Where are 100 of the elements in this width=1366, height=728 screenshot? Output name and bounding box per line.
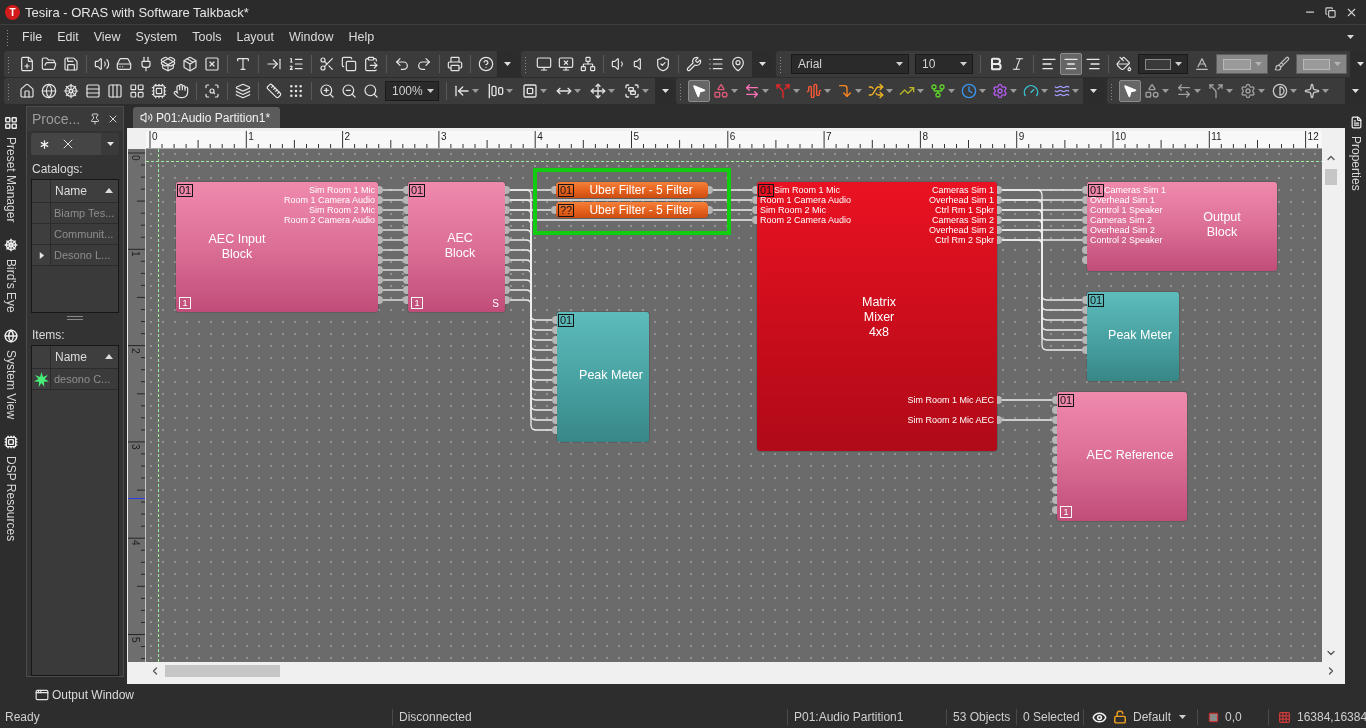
caret-icon[interactable] <box>759 62 766 66</box>
network-icon[interactable] <box>580 56 596 72</box>
toolbar-overflow-button[interactable] <box>497 51 518 77</box>
caret-icon[interactable] <box>1175 62 1182 66</box>
menu-item[interactable]: System <box>128 28 185 46</box>
dsp-block[interactable]: 01 AEC Block 1 S <box>408 182 505 312</box>
zoom-in-icon[interactable] <box>319 83 335 99</box>
plug-icon[interactable] <box>138 56 154 72</box>
side-tab[interactable]: Bird's Eye <box>4 238 18 314</box>
fork-icon[interactable] <box>930 83 946 99</box>
filter-block[interactable]: 01 Uber Filter - 5 Filter <box>556 182 708 198</box>
menu-item[interactable]: File <box>15 28 50 46</box>
eye-icon[interactable] <box>1092 709 1107 725</box>
close-icon[interactable] <box>107 113 119 125</box>
caret-icon[interactable] <box>1357 62 1364 66</box>
copy-icon[interactable] <box>341 56 357 72</box>
font-combo[interactable]: Arial <box>791 54 909 74</box>
chip-icon[interactable] <box>151 83 167 99</box>
arrow-to-line-icon[interactable] <box>454 83 470 99</box>
port-icon[interactable] <box>708 186 713 194</box>
shuffle-icon[interactable] <box>868 83 884 99</box>
settings-icon[interactable] <box>1240 83 1256 99</box>
map-pin-icon[interactable] <box>730 56 746 72</box>
speaker-icon[interactable] <box>94 56 110 72</box>
wrench-icon[interactable] <box>686 56 702 72</box>
shapes-icon[interactable] <box>713 83 729 99</box>
toolbar-overflow-button[interactable] <box>1083 78 1104 104</box>
split-icon[interactable] <box>1208 83 1224 99</box>
hand-icon[interactable] <box>173 83 189 99</box>
column-header[interactable]: Name <box>51 346 118 368</box>
caret-icon[interactable] <box>1352 89 1359 93</box>
document-tab[interactable]: P01:Audio Partition1* <box>133 107 281 128</box>
grid-icon[interactable] <box>129 83 145 99</box>
pin-icon[interactable] <box>89 113 101 125</box>
caret-icon[interactable] <box>504 62 511 66</box>
scroll-thumb[interactable] <box>1325 169 1337 185</box>
globe-icon[interactable] <box>41 83 57 99</box>
dsp-block[interactable]: 01 Sim Room 1 Mic Room 1 Camera Audio Sim Room 2 Mic Room 2 Camera Audio AEC Input Block 1 <box>176 182 378 312</box>
corner-arrow-icon[interactable] <box>837 83 853 99</box>
menu-item[interactable]: Help <box>341 28 382 46</box>
open-folder-icon[interactable] <box>41 56 57 72</box>
align-bars-icon[interactable] <box>488 83 504 99</box>
toolbar-overflow-button[interactable] <box>655 78 673 104</box>
side-tab[interactable]: System View <box>4 329 18 420</box>
side-tab[interactable]: Properties <box>1349 116 1363 191</box>
scan-search-icon[interactable] <box>204 83 220 99</box>
scroll-thumb[interactable] <box>165 665 280 677</box>
wave-icon[interactable] <box>1054 83 1070 99</box>
columns-icon[interactable] <box>107 83 123 99</box>
port-icon[interactable] <box>551 206 556 214</box>
waveform-icon[interactable] <box>806 83 822 99</box>
menu-item[interactable]: View <box>86 28 128 46</box>
toolbar-overflow-button[interactable] <box>752 51 773 77</box>
numbered-list-icon[interactable] <box>288 56 304 72</box>
gauge-icon[interactable] <box>1023 83 1039 99</box>
monitor-x-icon[interactable] <box>558 56 574 72</box>
column-header[interactable]: Name <box>51 180 118 202</box>
output-window-tab[interactable]: Output Window <box>35 688 135 702</box>
dot-grid-icon[interactable] <box>288 83 304 99</box>
house-icon[interactable] <box>19 83 35 99</box>
nested-square-icon[interactable] <box>522 83 538 99</box>
paint-bucket-icon[interactable] <box>1116 56 1132 72</box>
save-icon[interactable] <box>63 56 79 72</box>
list-icon[interactable] <box>708 56 724 72</box>
move-icon[interactable] <box>590 83 606 99</box>
caret-icon[interactable] <box>1090 89 1097 93</box>
dsp-block[interactable]: 01 Cameras Sim 1 Overhead Sim 1 Control 1 Speaker Cameras Sim 2 Overhead Sim 2 Control 2 Speaker Output Block <box>1087 182 1277 271</box>
sparkle-icon[interactable] <box>1304 83 1320 99</box>
print-icon[interactable] <box>447 56 463 72</box>
dsp-block[interactable]: 01 AEC Reference 1 <box>1057 392 1187 521</box>
drive-icon[interactable] <box>116 56 132 72</box>
zoom-combo[interactable]: 100% <box>385 81 439 101</box>
redo-icon[interactable] <box>416 56 432 72</box>
preset-dropdown[interactable]: Default <box>1133 710 1187 724</box>
brush-icon[interactable] <box>1274 56 1290 72</box>
shield-check-icon[interactable] <box>655 56 671 72</box>
restore-icon[interactable] <box>1325 6 1336 18</box>
caret-icon[interactable] <box>1179 715 1187 719</box>
fill-color-combo[interactable] <box>1138 54 1188 74</box>
caret-icon[interactable] <box>960 62 967 66</box>
filter-block[interactable]: ?? Uber Filter - 5 Filter <box>556 202 708 218</box>
rows-icon[interactable] <box>85 83 101 99</box>
search-icon[interactable] <box>363 83 379 99</box>
text-color-icon[interactable] <box>1194 56 1210 72</box>
package-open-icon[interactable] <box>160 56 176 72</box>
caret-icon[interactable] <box>426 89 434 93</box>
monitor-icon[interactable] <box>536 56 552 72</box>
side-tab[interactable]: DSP Resources <box>4 435 18 542</box>
grip-icon[interactable] <box>6 28 9 46</box>
shapes-icon[interactable] <box>1144 83 1160 99</box>
clock-icon[interactable] <box>961 83 977 99</box>
dsp-block[interactable] <box>757 182 997 451</box>
layers-icon[interactable] <box>235 83 251 99</box>
menu-item[interactable]: Edit <box>50 28 86 46</box>
side-tab[interactable]: Preset Manager <box>4 116 18 223</box>
new-file-icon[interactable] <box>19 56 35 72</box>
two-way-arrows-icon[interactable] <box>744 83 760 99</box>
grip-icon[interactable] <box>779 55 782 73</box>
text-box-icon[interactable] <box>235 56 251 72</box>
zoom-out-icon[interactable] <box>341 83 357 99</box>
